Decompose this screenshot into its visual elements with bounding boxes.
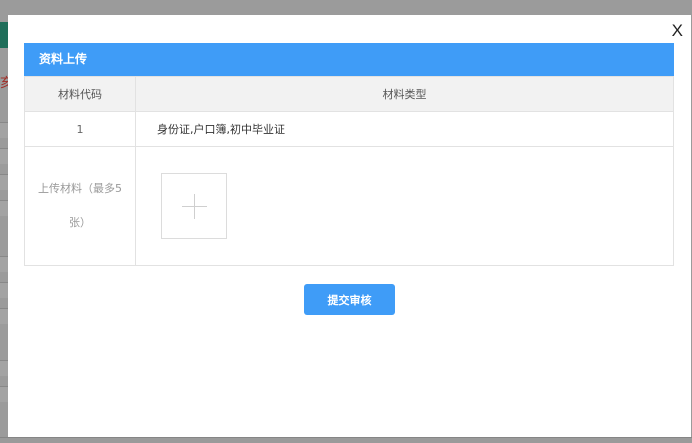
- table-header-row: 材料代码 材料类型: [24, 76, 674, 112]
- background-row-edge: [0, 282, 8, 298]
- upload-materials-label: 上传材料（最多5张）: [38, 182, 122, 229]
- background-row-edge: [0, 308, 8, 324]
- upload-modal: X 资料上传 材料代码 材料类型 1 身份证,户口簿,初中毕业证 上传材料（最多…: [8, 15, 691, 437]
- background-row-edge: [0, 386, 8, 402]
- upload-label-cell: 上传材料（最多5张）: [24, 146, 136, 266]
- upload-panel: 资料上传 材料代码 材料类型 1 身份证,户口簿,初中毕业证 上传材料（最多5张…: [24, 43, 674, 266]
- material-code-cell: 1: [24, 111, 136, 147]
- background-row-edge: [0, 122, 8, 138]
- material-types-cell: 身份证,户口簿,初中毕业证: [135, 111, 674, 147]
- table-row: 1 身份证,户口簿,初中毕业证: [24, 111, 674, 147]
- materials-table: 材料代码 材料类型 1 身份证,户口簿,初中毕业证 上传材料（最多5张）: [24, 76, 674, 266]
- column-header-type: 材料类型: [135, 76, 674, 112]
- add-image-button[interactable]: [161, 173, 227, 239]
- submit-review-button[interactable]: 提交审核: [304, 284, 395, 315]
- background-row-edge: [0, 148, 8, 164]
- column-header-code: 材料代码: [24, 76, 136, 112]
- background-row-edge: [0, 360, 8, 376]
- background-footer-edge: [0, 437, 692, 443]
- background-row-edge: [0, 200, 8, 216]
- background-partial-text: 亥: [0, 76, 8, 90]
- background-row-edge: [0, 174, 8, 190]
- panel-title: 资料上传: [24, 43, 674, 76]
- background-header-bar: [0, 22, 8, 48]
- background-row-edge: [0, 256, 8, 272]
- upload-row: 上传材料（最多5张）: [24, 146, 674, 266]
- close-icon[interactable]: X: [672, 21, 683, 41]
- upload-area-cell: [135, 146, 674, 266]
